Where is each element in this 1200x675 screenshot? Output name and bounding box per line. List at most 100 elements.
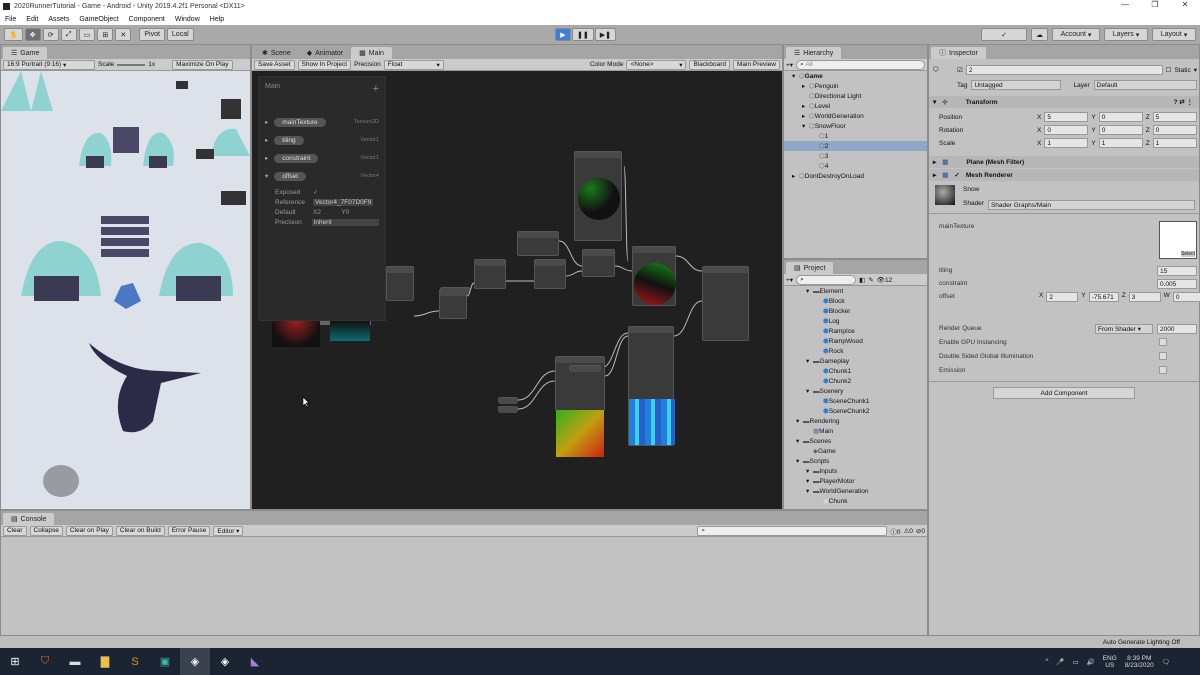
offset-w-field[interactable]: 0 <box>1176 294 1180 301</box>
transform-tool-button[interactable]: ⊞ <box>97 28 114 41</box>
offset-z-field[interactable]: 3 <box>1132 294 1136 301</box>
dsgi-checkbox[interactable] <box>1159 352 1167 360</box>
render-queue-dropdown[interactable]: From Shader <box>1098 326 1136 333</box>
pivot-toggle[interactable]: Pivot <box>139 28 165 41</box>
tab-console[interactable]: ▤ Console <box>3 513 55 525</box>
console-button-editor[interactable]: Editor ▾ <box>213 525 244 536</box>
project-item[interactable]: ▦ Main <box>784 426 927 436</box>
expand-arrow-icon[interactable]: ▸ <box>802 102 809 110</box>
rotate-tool-button[interactable]: ⟳ <box>42 28 59 41</box>
error-count[interactable]: ⊘0 <box>916 527 925 535</box>
tray-chevron-icon[interactable]: ^ <box>1045 658 1048 665</box>
step-button[interactable]: ▶❚ <box>594 28 616 41</box>
transform-y-field[interactable]: 0 <box>1102 127 1106 134</box>
project-item[interactable]: ⬢ Block <box>784 296 927 306</box>
menu-assets[interactable]: Assets <box>48 16 69 23</box>
exposed-checkbox[interactable]: ✓ <box>313 188 318 196</box>
graph-node[interactable] <box>632 246 676 306</box>
project-search[interactable]: ⌕ <box>796 274 857 285</box>
expand-arrow-icon[interactable]: ▾ <box>806 467 813 475</box>
expand-arrow-icon[interactable]: ▾ <box>796 417 803 425</box>
rect-tool-button[interactable]: ▭ <box>78 28 96 41</box>
expand-arrow-icon[interactable]: ▾ <box>265 172 268 180</box>
expand-arrow-icon[interactable]: ▾ <box>792 72 799 80</box>
transform-y-field[interactable]: 0 <box>1102 114 1106 121</box>
offset-y-field[interactable]: -75.671 <box>1092 294 1114 301</box>
hierarchy-item[interactable]: ⬡ 4 <box>784 161 927 171</box>
transform-y-field[interactable]: 1 <box>1102 140 1106 147</box>
property-name[interactable]: tiling <box>274 135 304 145</box>
add-property-button[interactable]: + <box>373 83 379 95</box>
graph-canvas[interactable]: Main + ▸ mainTexture Texture2D ▸ tiling Vector… <box>252 71 782 509</box>
graph-node[interactable] <box>474 259 506 289</box>
menu-help[interactable]: Help <box>210 16 224 23</box>
project-item[interactable]: ▾ ▬ Scripts <box>784 456 927 466</box>
create-button[interactable]: +▾ <box>786 276 793 284</box>
project-item[interactable]: ⬢ SceneChunk1 <box>784 396 927 406</box>
blackboard-property[interactable]: ▸ constraint Vector1 <box>265 151 379 165</box>
tab-main[interactable]: ▦ Main <box>351 47 392 59</box>
tab-project[interactable]: ▤ Project <box>786 262 834 274</box>
create-button[interactable]: +▾ <box>786 61 793 69</box>
expand-arrow-icon[interactable]: ▸ <box>802 112 809 120</box>
tab-animator[interactable]: ◆ Animator <box>299 47 351 59</box>
menu-window[interactable]: Window <box>175 16 200 23</box>
project-item[interactable]: ▾ ▬ Element <box>784 286 927 296</box>
custom-tool-button[interactable]: ✕ <box>115 28 132 41</box>
expand-arrow-icon[interactable]: ▾ <box>796 437 803 445</box>
emission-checkbox[interactable] <box>1159 366 1167 374</box>
project-item[interactable]: ⬢ Chunk2 <box>784 376 927 386</box>
transform-x-field[interactable]: 0 <box>1047 127 1051 134</box>
filter-label-icon[interactable]: ✎ <box>868 276 873 284</box>
blackboard-property[interactable]: ▾ offset Vector4 <box>265 169 379 183</box>
hierarchy-item[interactable]: ▾ ⬡ SnowFloor <box>784 121 927 131</box>
main-preview-toggle[interactable]: Main Preview <box>732 59 780 70</box>
maximize-on-play-toggle[interactable]: Maximize On Play <box>172 59 233 70</box>
project-item[interactable]: ⬢ RampIce <box>784 326 927 336</box>
hierarchy-item[interactable]: ▸ ⬡ Level <box>784 101 927 111</box>
main-texture-slot[interactable]: Select <box>1159 221 1197 259</box>
mesh-renderer-header[interactable]: ▸ ▦ ✓ Mesh Renderer <box>929 169 1199 181</box>
unity-icon[interactable]: ◈ <box>210 648 240 675</box>
project-item[interactable]: ⬢ Log <box>784 316 927 326</box>
transform-z-field[interactable]: 5 <box>1156 114 1160 121</box>
expand-arrow-icon[interactable]: ▾ <box>806 287 813 295</box>
hierarchy-item[interactable]: ▸ ⬡ DontDestroyOnLoad <box>784 171 927 181</box>
transform-x-field[interactable]: 5 <box>1047 114 1051 121</box>
scale-slider[interactable] <box>117 63 146 66</box>
microphone-icon[interactable]: 🎤 <box>1056 658 1064 666</box>
local-toggle[interactable]: Local <box>166 28 194 41</box>
sublime-icon[interactable]: S <box>120 648 150 675</box>
hierarchy-item[interactable]: ⬡ 1 <box>784 131 927 141</box>
expand-arrow-icon[interactable]: ▾ <box>806 357 813 365</box>
project-item[interactable]: ⬢ Chunk1 <box>784 366 927 376</box>
project-item[interactable]: ▾ ▬ Scenes <box>784 436 927 446</box>
menu-file[interactable]: File <box>5 16 16 23</box>
game-viewport[interactable] <box>1 71 250 509</box>
precision-dropdown[interactable]: Float ▾ <box>383 59 444 70</box>
move-tool-button[interactable]: ✥ <box>24 28 41 41</box>
terminal-icon[interactable]: ▬ <box>60 648 90 675</box>
transform-header[interactable]: ▾ ⊹ Transform? ⇄ ⋮ <box>929 96 1199 108</box>
menu-component[interactable]: Component <box>129 16 165 23</box>
blackboard-property[interactable]: ▸ tiling Vector1 <box>265 133 379 147</box>
graph-node[interactable] <box>498 406 518 413</box>
tab-hierarchy[interactable]: ☰ Hierarchy <box>786 47 842 59</box>
gpu-instancing-checkbox[interactable] <box>1159 338 1167 346</box>
component-menu-icon[interactable]: ? ⇄ ⋮ <box>1173 98 1193 106</box>
tab-scene[interactable]: ✱ Scene <box>254 47 299 59</box>
app-icon[interactable]: ▣ <box>150 648 180 675</box>
transform-z-field[interactable]: 0 <box>1156 127 1160 134</box>
project-item[interactable]: ▾ ▬ Scenery <box>784 386 927 396</box>
constraint-field[interactable]: 0.005 <box>1160 281 1176 288</box>
brave-icon[interactable]: ⛉ <box>30 648 60 675</box>
graph-node[interactable] <box>628 326 675 446</box>
info-count[interactable]: ⓘ0 <box>890 526 900 536</box>
account-dropdown[interactable]: Account ▾ <box>1052 28 1100 41</box>
console-button-clear-on-build[interactable]: Clear on Build <box>115 525 165 536</box>
graph-node[interactable] <box>574 151 622 241</box>
expand-arrow-icon[interactable]: ▸ <box>265 136 268 144</box>
project-item[interactable]: ▾ ▬ Gameplay <box>784 356 927 366</box>
play-button[interactable]: ▶ <box>555 28 571 41</box>
expand-arrow-icon[interactable]: ▾ <box>802 122 809 130</box>
